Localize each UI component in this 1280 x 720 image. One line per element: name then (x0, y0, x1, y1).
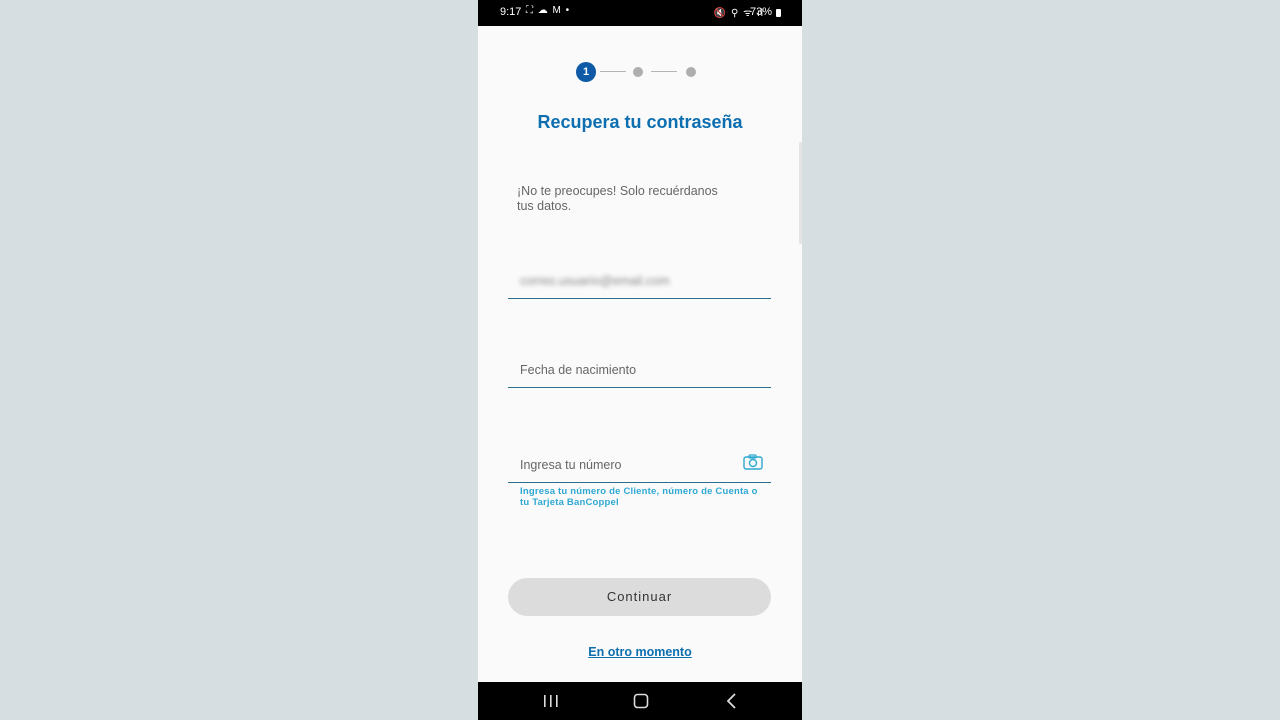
continue-button[interactable]: Continuar (508, 578, 771, 616)
step-2-indicator (633, 67, 643, 77)
birthdate-field[interactable]: Fecha de nacimiento (508, 341, 771, 388)
navigation-bar (478, 682, 802, 720)
notification-icons: ⛶ ☁ M • (526, 5, 571, 16)
phone-screen: 9:17 ⛶ ☁ M • 🔇 ⚲ ᯤ ıl 73% 1 Recupera tu … (478, 0, 802, 720)
step-connector (600, 71, 626, 72)
client-number-field[interactable]: Ingresa tu número (508, 436, 771, 483)
progress-stepper: 1 (576, 62, 706, 82)
battery-percentage: 73% (749, 6, 772, 18)
email-field[interactable]: correo.usuario@email.com (508, 252, 771, 299)
client-number-helper: Ingresa tu número de Cliente, número de … (520, 486, 758, 508)
step-3-indicator (686, 67, 696, 77)
page-subtitle: ¡No te preocupes! Solo recuérdanos tus d… (517, 184, 718, 213)
birthdate-placeholder: Fecha de nacimiento (520, 363, 637, 377)
scroll-handle[interactable] (799, 142, 802, 244)
later-link[interactable]: En otro momento (478, 645, 802, 659)
status-time: 9:17 (500, 6, 522, 18)
page-title: Recupera tu contraseña (537, 112, 743, 132)
camera-icon[interactable] (743, 454, 763, 470)
recents-icon[interactable] (541, 692, 561, 710)
battery-icon (776, 9, 781, 17)
step-connector (651, 71, 677, 72)
client-number-placeholder: Ingresa tu número (520, 458, 622, 472)
email-value: correo.usuario@email.com (520, 274, 670, 288)
home-icon[interactable] (631, 692, 651, 710)
status-bar: 9:17 ⛶ ☁ M • 🔇 ⚲ ᯤ ıl 73% (478, 0, 802, 26)
back-icon[interactable] (722, 692, 742, 710)
step-1-indicator: 1 (576, 62, 596, 82)
